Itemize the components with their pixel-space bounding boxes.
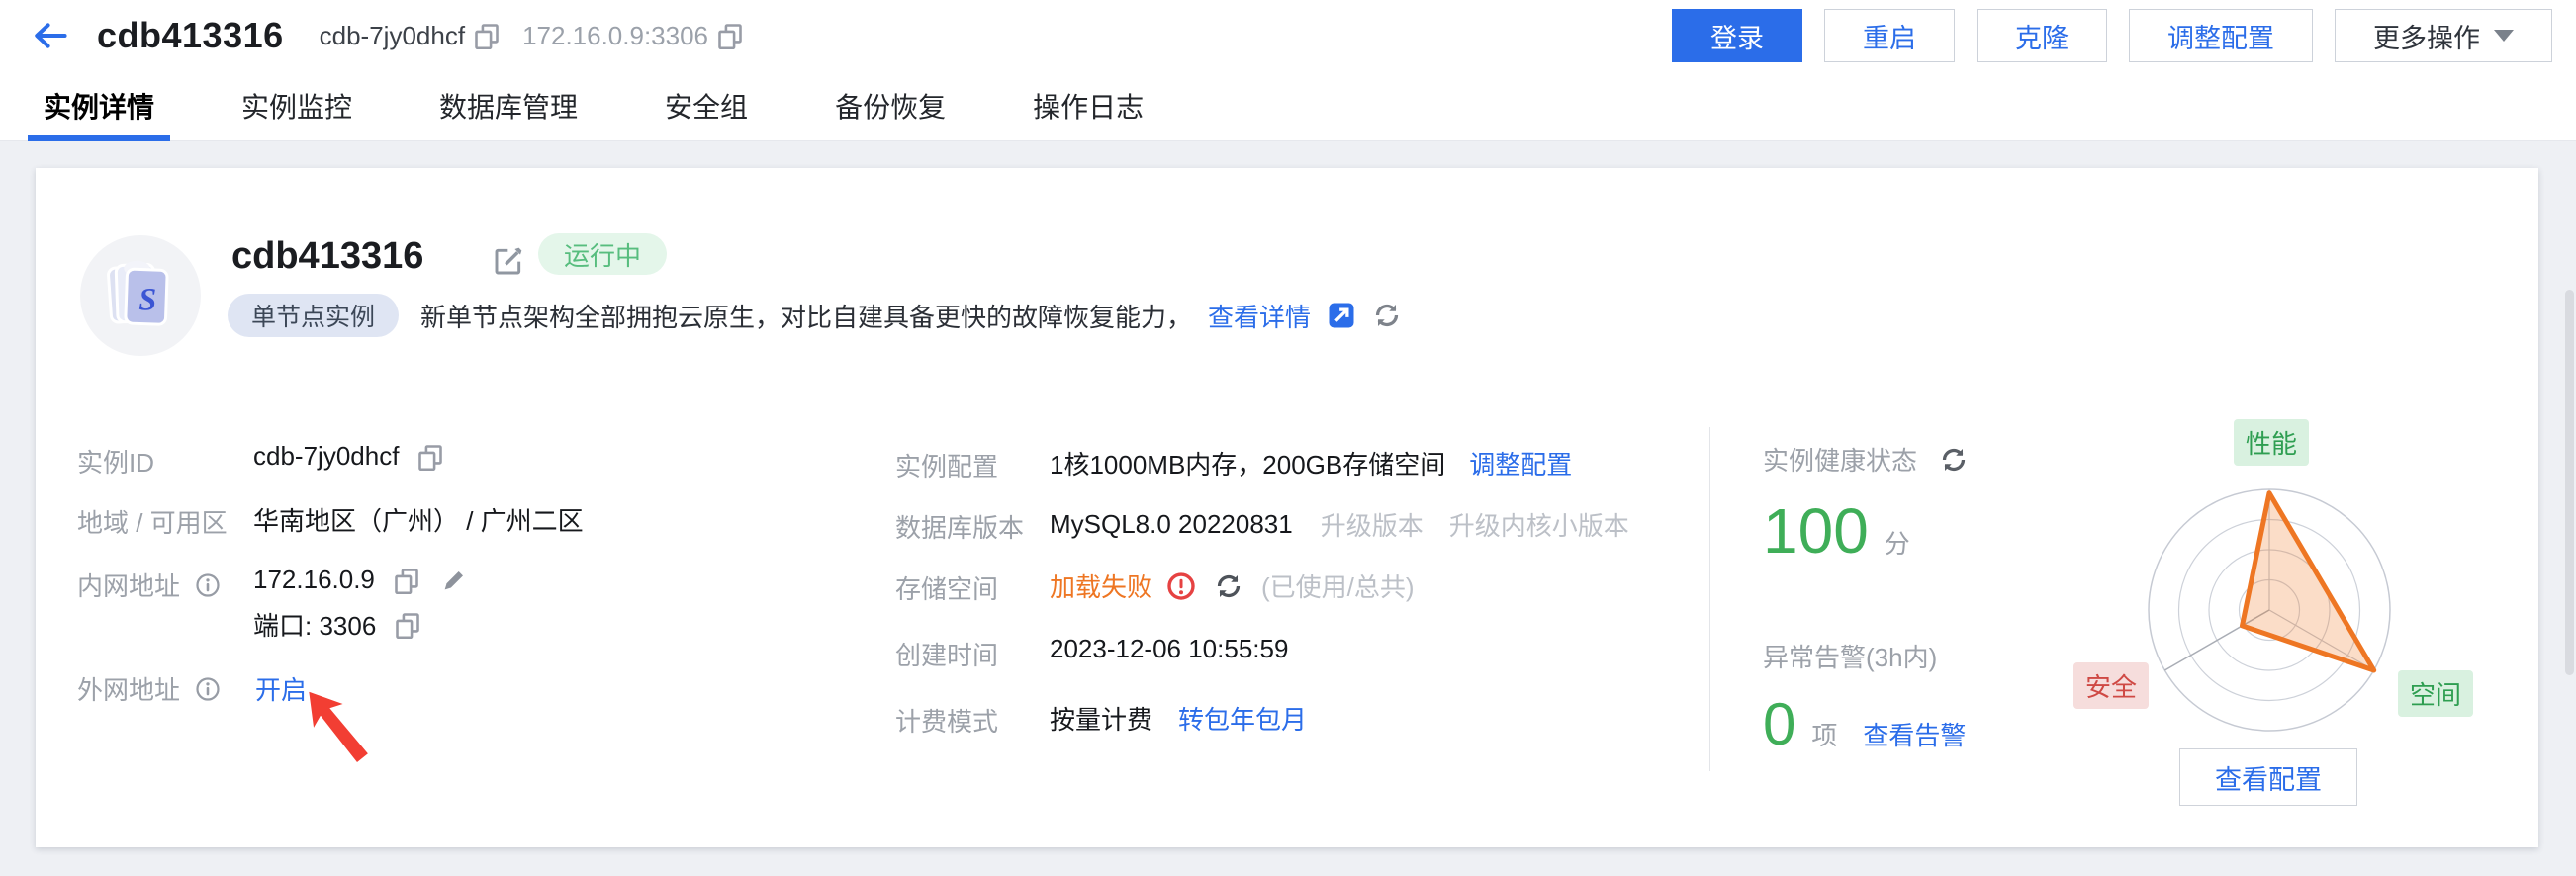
- refresh-icon[interactable]: [1214, 571, 1243, 601]
- created-label: 创建时间: [895, 641, 999, 670]
- storage-row: 加载失败 (已使用/总共): [1050, 568, 1415, 604]
- health-score: 100: [1763, 495, 1869, 567]
- config-value-row: 1核1000MB内存，200GB存储空间 调整配置: [1050, 445, 1572, 482]
- copy-icon[interactable]: [473, 22, 501, 49]
- page-content: S cdb413316 运行中 单节点实例 新单节点架构全部拥抱云原生，对比自建…: [0, 141, 2576, 876]
- error-icon: [1166, 571, 1196, 601]
- pencil-icon[interactable]: [440, 567, 468, 594]
- copy-icon[interactable]: [393, 567, 420, 594]
- info-icon[interactable]: [194, 675, 222, 703]
- refresh-icon[interactable]: [1372, 301, 1402, 330]
- public-address-label: 外网地址: [77, 670, 222, 707]
- region-value: 华南地区（广州） / 广州二区: [253, 506, 584, 536]
- instance-subrow: 单节点实例 新单节点架构全部拥抱云原生，对比自建具备更快的故障恢复能力， 查看详…: [228, 293, 1402, 338]
- tab-security-group[interactable]: 安全组: [649, 71, 764, 140]
- storage-label: 存储空间: [895, 574, 999, 604]
- radar-label-performance: 性能: [2234, 419, 2310, 466]
- svg-text:S: S: [138, 281, 156, 316]
- resize-button[interactable]: 调整配置: [2129, 9, 2313, 62]
- instance-type-badge: 单节点实例: [228, 294, 400, 337]
- more-actions-button[interactable]: 更多操作: [2335, 9, 2552, 62]
- health-title-row: 实例健康状态: [1763, 441, 1969, 478]
- copy-icon[interactable]: [416, 443, 444, 471]
- db-version-label: 数据库版本: [895, 513, 1025, 543]
- view-details-link[interactable]: 查看详情: [1208, 298, 1311, 334]
- back-button[interactable]: [28, 14, 71, 57]
- alarm-row: 0 项 查看告警: [1763, 690, 1966, 758]
- alarm-unit: 项: [1811, 721, 1838, 750]
- more-actions-label: 更多操作: [2373, 23, 2480, 53]
- private-address-label: 内网地址: [77, 567, 222, 603]
- top-bar: cdb413316 cdb-7jy0dhcf 172.16.0.9:3306 登…: [0, 0, 2576, 71]
- view-config-button[interactable]: 查看配置: [2179, 748, 2357, 806]
- copy-icon[interactable]: [716, 22, 744, 49]
- tab-bar: 实例详情 实例监控 数据库管理 安全组 备份恢复 操作日志: [0, 71, 2576, 141]
- created-value: 2023-12-06 10:55:59: [1050, 634, 1289, 663]
- chevron-down-icon: [2494, 30, 2514, 51]
- edit-name-icon[interactable]: [493, 245, 524, 277]
- upgrade-version-link[interactable]: 升级版本: [1321, 506, 1424, 543]
- alarm-label: 异常告警(3h内): [1763, 643, 1938, 672]
- radar-label-space: 空间: [2398, 670, 2474, 717]
- external-link-icon[interactable]: [1327, 301, 1356, 330]
- health-radar-chart: [2148, 488, 2391, 732]
- copy-icon[interactable]: [394, 611, 421, 639]
- storage-error-text: 加载失败: [1050, 572, 1153, 602]
- page-title: cdb413316: [97, 15, 284, 55]
- instance-id-text: cdb-7jy0dhcf: [319, 20, 466, 50]
- config-label: 实例配置: [895, 452, 999, 482]
- port-value: 端口: 3306: [253, 606, 421, 643]
- instance-id-label: 实例ID: [77, 448, 155, 478]
- health-score-unit: 分: [1884, 529, 1910, 559]
- endpoint-text: 172.16.0.9:3306: [522, 20, 709, 50]
- tab-backup-restore[interactable]: 备份恢复: [819, 71, 962, 140]
- enable-public-access-link[interactable]: 开启: [255, 670, 307, 707]
- alarm-count: 0: [1763, 691, 1796, 757]
- instance-overview-card: S cdb413316 运行中 单节点实例 新单节点架构全部拥抱云原生，对比自建…: [36, 168, 2538, 847]
- instance-description: 新单节点架构全部拥抱云原生，对比自建具备更快的故障恢复能力，: [420, 302, 1193, 332]
- convert-billing-link[interactable]: 转包年包月: [1178, 700, 1307, 737]
- restart-button[interactable]: 重启: [1824, 9, 1955, 62]
- upgrade-kernel-link[interactable]: 升级内核小版本: [1449, 506, 1629, 543]
- database-icon: S: [107, 260, 169, 326]
- health-score-row: 100 分: [1763, 494, 1910, 568]
- scrollbar-thumb[interactable]: [2565, 290, 2574, 675]
- adjust-config-link[interactable]: 调整配置: [1469, 445, 1572, 482]
- db-version-row: MySQL8.0 20220831 升级版本 升级内核小版本: [1050, 506, 1629, 543]
- info-icon[interactable]: [194, 571, 222, 599]
- tab-instance-details[interactable]: 实例详情: [28, 71, 171, 141]
- private-ip-value: 172.16.0.9: [253, 565, 468, 595]
- status-badge: 运行中: [538, 233, 668, 275]
- refresh-icon[interactable]: [1939, 445, 1969, 475]
- tab-database-management[interactable]: 数据库管理: [423, 71, 594, 140]
- radar-label-security: 安全: [2073, 662, 2150, 709]
- tab-instance-monitoring[interactable]: 实例监控: [226, 71, 368, 140]
- back-arrow-icon: [30, 19, 69, 52]
- instance-id-value: cdb-7jy0dhcf: [253, 441, 444, 472]
- billing-label: 计费模式: [895, 707, 999, 737]
- header-actions: 登录 重启 克隆 调整配置 更多操作: [1672, 9, 2552, 62]
- view-alarms-link[interactable]: 查看告警: [1863, 716, 1966, 752]
- billing-row: 按量计费 转包年包月: [1050, 700, 1307, 737]
- storage-hint: (已使用/总共): [1261, 572, 1415, 602]
- login-button[interactable]: 登录: [1672, 9, 1802, 62]
- region-label: 地域 / 可用区: [77, 508, 228, 538]
- tab-operation-log[interactable]: 操作日志: [1017, 71, 1159, 140]
- instance-name: cdb413316: [231, 235, 424, 277]
- vertical-divider: [1709, 427, 1710, 771]
- radar-polygon: [2240, 490, 2377, 673]
- clone-button[interactable]: 克隆: [1977, 9, 2107, 62]
- avatar: S: [80, 235, 201, 356]
- health-title: 实例健康状态: [1763, 446, 1918, 476]
